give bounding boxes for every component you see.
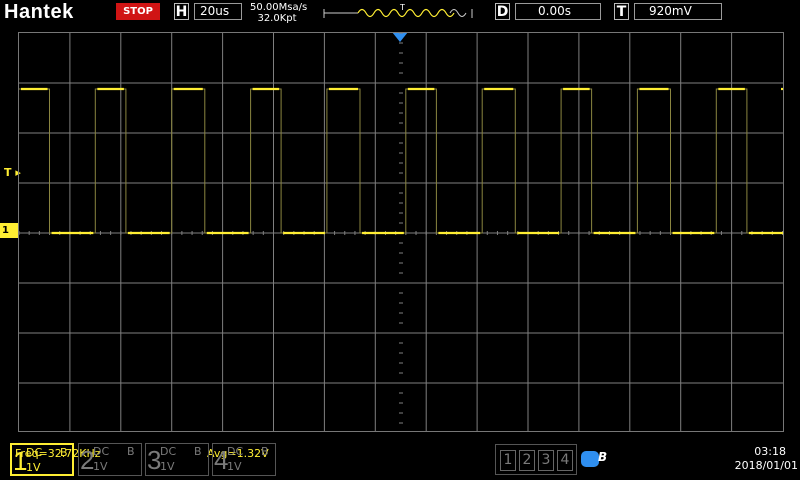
channel1-scale: 1V	[26, 461, 41, 474]
run-stop-button[interactable]: STOP	[116, 3, 160, 20]
acquisition-info: 50.00Msa/s 32.0Kpt	[250, 2, 308, 24]
channel2-info[interactable]: 2 DC B 1V	[78, 443, 142, 476]
channel-select-1[interactable]: 1	[500, 450, 516, 471]
channel4-coupling: DC	[227, 445, 244, 458]
channel1-ground-label: 1	[2, 225, 9, 236]
channel1-bandwidth: B	[60, 446, 68, 459]
channel3-info[interactable]: 3 DC B 1V	[145, 443, 209, 476]
waveform-display[interactable]: Freq=32.72KHz Avg=1.32V	[15, 32, 784, 460]
channel3-coupling: DC	[160, 445, 177, 458]
channel2-bandwidth: B	[127, 445, 135, 458]
timebase-value[interactable]: 20us	[194, 3, 242, 20]
position-bar-waveform	[357, 8, 455, 18]
trigger-position-bar[interactable]: T	[322, 4, 474, 24]
channel2-scale: 1V	[93, 460, 108, 473]
channel4-info[interactable]: 4 DC B 1V	[212, 443, 276, 476]
position-bar-left	[323, 9, 358, 18]
timebase-key[interactable]: H	[174, 3, 189, 20]
channel1-coupling: DC	[26, 446, 43, 459]
top-status-bar: Hantek STOP H 20us 50.00Msa/s 32.0Kpt T …	[0, 0, 800, 26]
channel-selector: 1 2 3 4	[495, 444, 577, 475]
channel3-bandwidth: B	[194, 445, 202, 458]
waveform-grid	[19, 33, 783, 431]
channel2-coupling: DC	[93, 445, 110, 458]
channel4-bandwidth: B	[261, 445, 269, 458]
channel3-scale: 1V	[160, 460, 175, 473]
clock-time: 03:18	[754, 445, 786, 458]
channel1-ground-marker[interactable]: 1	[0, 223, 18, 238]
delay-key[interactable]: D	[495, 3, 510, 20]
channel4-scale: 1V	[227, 460, 242, 473]
channel1-info[interactable]: 1 DC B 1V	[10, 443, 74, 476]
trigger-level-label: T	[4, 166, 12, 179]
delay-value[interactable]: 0.00s	[515, 3, 601, 20]
usb-icon	[581, 451, 599, 467]
usb-device-letter: B	[598, 450, 608, 464]
clock-date: 2018/01/01	[734, 459, 798, 472]
channel-select-4[interactable]: 4	[557, 450, 573, 471]
channel1-waveform-edges	[19, 88, 783, 234]
memory-depth: 32.0Kpt	[257, 13, 297, 24]
channel-select-3[interactable]: 3	[538, 450, 554, 471]
trigger-key[interactable]: T	[614, 3, 629, 20]
channel-select-2[interactable]: 2	[519, 450, 535, 471]
sample-rate: 50.00Msa/s	[250, 2, 308, 13]
brand-logo: Hantek	[4, 1, 74, 23]
trigger-position-label: T	[399, 4, 405, 12]
trigger-level-value[interactable]: 920mV	[634, 3, 722, 20]
